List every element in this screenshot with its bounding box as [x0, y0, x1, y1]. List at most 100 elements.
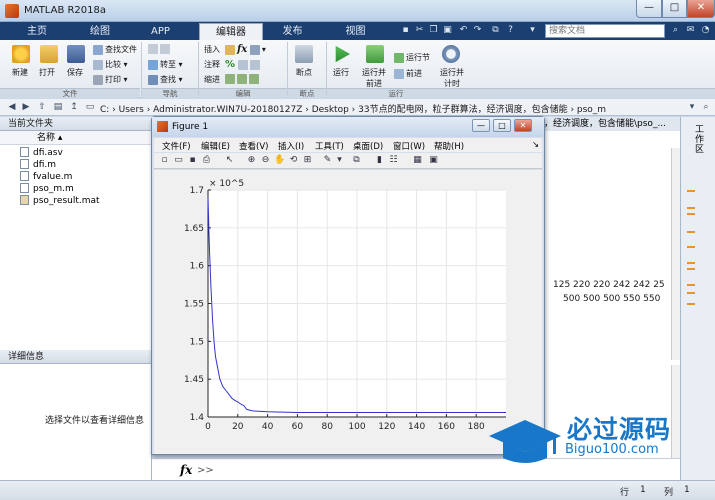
switch-windows-icon[interactable]: ⧉: [490, 25, 501, 36]
editor-scrollbar[interactable]: [671, 148, 680, 360]
code-analyzer-marker[interactable]: [687, 190, 695, 192]
copy-quick-icon[interactable]: ❐: [428, 25, 439, 36]
print-figure-icon[interactable]: ⎙: [201, 155, 212, 166]
menu-help[interactable]: 帮助(H): [434, 140, 464, 152]
run-button[interactable]: 运行: [333, 67, 349, 78]
save-disk-icon[interactable]: [67, 45, 85, 63]
run-and-advance-icon[interactable]: [366, 45, 384, 63]
file-list-item[interactable]: pso_result.mat: [20, 195, 100, 207]
file-list-item[interactable]: fvalue.m: [20, 171, 72, 183]
file-list-item[interactable]: pso_m.m: [20, 183, 74, 195]
browse-folder-icon[interactable]: ▤: [52, 101, 64, 113]
tab-publish[interactable]: 发布: [270, 23, 315, 40]
tab-editor[interactable]: 编辑器: [199, 23, 263, 40]
menu-view[interactable]: 查看(V): [239, 140, 268, 152]
folder-up-level-icon[interactable]: ↥: [68, 101, 80, 113]
figure-close-button[interactable]: ✕: [514, 119, 532, 132]
code-analyzer-marker[interactable]: [687, 268, 695, 270]
maximize-button[interactable]: □: [662, 0, 687, 18]
data-cursor-icon[interactable]: ⊞: [302, 155, 313, 166]
close-button[interactable]: ✕: [687, 0, 715, 18]
code-analyzer-marker[interactable]: [687, 303, 695, 305]
decrease-indent-icon[interactable]: [249, 74, 259, 84]
tab-home[interactable]: 主页: [12, 23, 62, 40]
path-search-icon[interactable]: ⌕: [700, 101, 712, 113]
tab-view[interactable]: 视图: [333, 23, 378, 40]
line-chart[interactable]: 0 20 40 60 80 100 120 140 160 180 1.4 1.45 1.5 1.55 1.…: [154, 170, 542, 454]
tab-plots[interactable]: 绘图: [75, 23, 125, 40]
goto-button[interactable]: 转至 ▾: [148, 59, 183, 70]
tab-apps[interactable]: APP: [138, 23, 183, 40]
hide-plot-tools-icon[interactable]: ▦: [412, 155, 423, 166]
paste-quick-icon[interactable]: ▣: [442, 25, 453, 36]
minimize-button[interactable]: —: [636, 0, 662, 18]
menu-edit[interactable]: 编辑(E): [201, 140, 230, 152]
code-analyzer-marker[interactable]: [687, 262, 695, 264]
menu-window[interactable]: 窗口(W): [393, 140, 425, 152]
link-plot-icon[interactable]: ⧉: [351, 155, 362, 166]
increase-indent-icon[interactable]: [237, 74, 247, 84]
comment-button[interactable]: 注释: [204, 59, 220, 70]
figure-window[interactable]: Figure 1 — □ ✕ 文件(F) 编辑(E) 查看(V) 插入(I) 工…: [151, 116, 545, 455]
workspace-label[interactable]: 工作区: [695, 125, 705, 155]
insert-section-icon[interactable]: [225, 44, 235, 55]
code-analyzer-marker[interactable]: [687, 231, 695, 233]
wrap-comments-icon[interactable]: [249, 59, 260, 70]
code-analyzer-marker[interactable]: [687, 207, 695, 209]
comment-percent-icon[interactable]: %: [225, 59, 235, 70]
find-button[interactable]: 查找 ▾: [148, 74, 183, 85]
code-analyzer-marker[interactable]: [687, 284, 695, 286]
find-files-button[interactable]: 查找文件: [93, 44, 137, 55]
redo-quick-icon[interactable]: ↷: [472, 25, 483, 36]
menu-dock-icon[interactable]: ↘: [532, 140, 539, 150]
breakpoints-button[interactable]: 断点: [296, 67, 312, 78]
new-figure-icon[interactable]: ▫: [159, 155, 170, 166]
insert-button[interactable]: 插入: [204, 44, 220, 55]
open-folder-icon[interactable]: [40, 45, 58, 63]
user-icon[interactable]: ◔: [700, 25, 711, 36]
pan-hand-icon[interactable]: ✋: [274, 155, 285, 166]
editor-file-tab[interactable]: ，经济调度，包含储能\pso_...: [540, 117, 680, 131]
menu-insert[interactable]: 插入(I): [278, 140, 304, 152]
undo-quick-icon[interactable]: ↶: [458, 25, 469, 36]
help-quick-icon[interactable]: ?: [505, 25, 516, 36]
zoom-in-icon[interactable]: ⊕: [246, 155, 257, 166]
uncomment-icon[interactable]: [237, 59, 248, 70]
code-analyzer-marker[interactable]: [687, 292, 695, 294]
insert-function-icon[interactable]: fx: [237, 44, 247, 55]
name-column-header[interactable]: 名称 ▴: [0, 131, 152, 145]
menu-tools[interactable]: 工具(T): [315, 140, 344, 152]
save-quick-icon[interactable]: ▪: [400, 25, 411, 36]
save-button[interactable]: 保存: [67, 67, 83, 78]
code-analyzer-marker[interactable]: [687, 213, 695, 215]
run-and-time-icon[interactable]: [442, 45, 460, 63]
new-button[interactable]: 新建: [12, 67, 28, 78]
new-icon[interactable]: [12, 45, 30, 63]
path-dropdown-icon[interactable]: ▾: [686, 101, 698, 113]
menu-file[interactable]: 文件(F): [162, 140, 191, 152]
folder-up-icon[interactable]: ⇧: [36, 101, 48, 113]
run-section-button[interactable]: 运行节: [394, 52, 430, 63]
search-icon[interactable]: ⌕: [670, 25, 681, 36]
layout-icon[interactable]: ▾: [527, 25, 538, 36]
compare-button[interactable]: 比较 ▾: [93, 59, 128, 70]
save-figure-icon[interactable]: ▪: [187, 155, 198, 166]
code-analyzer-marker[interactable]: [687, 246, 695, 248]
run-and-time-button[interactable]: 运行并 计时: [440, 67, 464, 89]
advance-button[interactable]: 前进: [394, 68, 422, 79]
legend-icon[interactable]: ☷: [388, 155, 399, 166]
show-plot-tools-icon[interactable]: ▣: [428, 155, 439, 166]
cut-quick-icon[interactable]: ✂: [414, 25, 425, 36]
notification-icon[interactable]: ✉: [685, 25, 696, 36]
smart-indent-icon[interactable]: [225, 74, 235, 84]
indent-button[interactable]: 缩进: [204, 74, 220, 85]
open-button[interactable]: 打开: [39, 67, 55, 78]
figure-minimize-button[interactable]: —: [472, 119, 490, 132]
insert-table-icon[interactable]: [249, 44, 260, 55]
file-list-item[interactable]: dfi.m: [20, 159, 56, 171]
brush-icon[interactable]: ✎: [322, 155, 333, 166]
pointer-icon[interactable]: ↖: [224, 155, 235, 166]
search-docs-input[interactable]: 搜索文档: [545, 24, 665, 38]
fx-icon[interactable]: fx: [180, 463, 192, 477]
colorbar-icon[interactable]: ▮: [374, 155, 385, 166]
